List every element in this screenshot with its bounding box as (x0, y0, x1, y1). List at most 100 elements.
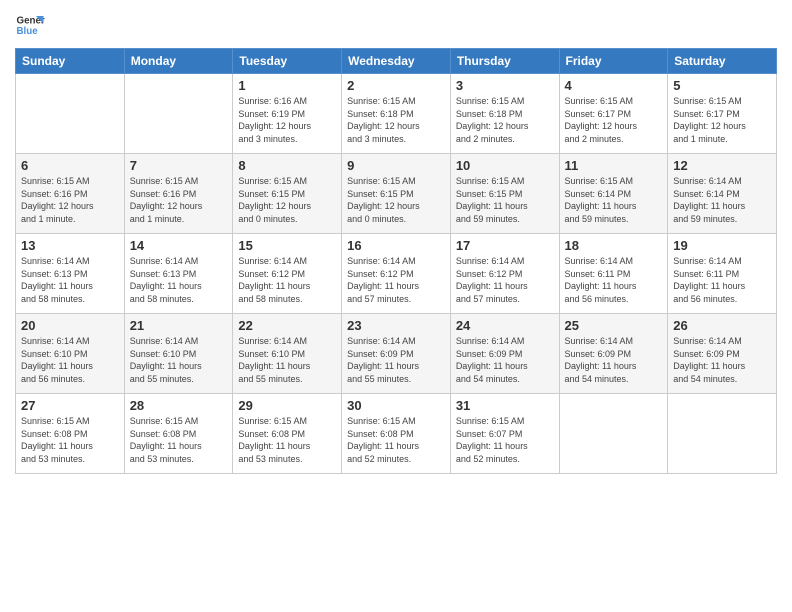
day-info: Sunrise: 6:15 AM Sunset: 6:16 PM Dayligh… (130, 175, 228, 225)
calendar-cell: 12Sunrise: 6:14 AM Sunset: 6:14 PM Dayli… (668, 154, 777, 234)
calendar-cell: 2 Sunrise: 6:15 AM Sunset: 6:18 PM Daylig… (342, 74, 451, 154)
logo: General Blue (15, 10, 45, 40)
calendar-cell: 10Sunrise: 6:15 AM Sunset: 6:15 PM Dayli… (450, 154, 559, 234)
day-number: 24 (456, 318, 554, 333)
day-info: Sunrise: 6:14 AM Sunset: 6:09 PM Dayligh… (673, 335, 771, 385)
calendar-cell: 7Sunrise: 6:15 AM Sunset: 6:16 PM Daylig… (124, 154, 233, 234)
calendar-cell: 16 Sunrise: 6:14 AM Sunset: 6:12 PM Dayli… (342, 234, 451, 314)
calendar-cell: 27 Sunrise: 6:15 AM Sunset: 6:08 PM Dayli… (16, 394, 125, 474)
calendar-header-row: SundayMondayTuesdayWednesdayThursdayFrid… (16, 49, 777, 74)
calendar-cell: 24 Sunrise: 6:14 AM Sunset: 6:09 PM Dayli… (450, 314, 559, 394)
day-number: 5 (673, 78, 771, 93)
header: General Blue (15, 10, 777, 40)
day-number: 6 (21, 158, 119, 173)
calendar-cell (668, 394, 777, 474)
calendar-cell: 8Sunrise: 6:15 AM Sunset: 6:15 PM Daylig… (233, 154, 342, 234)
calendar-cell: 3 Sunrise: 6:15 AM Sunset: 6:18 PM Daylig… (450, 74, 559, 154)
day-info: Sunrise: 6:15 AM Sunset: 6:15 PM Dayligh… (347, 175, 445, 225)
day-number: 23 (347, 318, 445, 333)
day-number: 15 (238, 238, 336, 253)
calendar-cell: 14Sunrise: 6:14 AM Sunset: 6:13 PM Dayli… (124, 234, 233, 314)
day-number: 22 (238, 318, 336, 333)
day-number: 29 (238, 398, 336, 413)
day-info: Sunrise: 6:14 AM Sunset: 6:12 PM Dayligh… (238, 255, 336, 305)
day-number: 16 (347, 238, 445, 253)
day-number: 1 (238, 78, 336, 93)
calendar-cell: 5 Sunrise: 6:15 AM Sunset: 6:17 PM Daylig… (668, 74, 777, 154)
svg-text:Blue: Blue (17, 26, 39, 37)
calendar-header-thursday: Thursday (450, 49, 559, 74)
calendar-cell: 23 Sunrise: 6:14 AM Sunset: 6:09 PM Dayli… (342, 314, 451, 394)
day-number: 14 (130, 238, 228, 253)
day-number: 21 (130, 318, 228, 333)
day-info: Sunrise: 6:14 AM Sunset: 6:10 PM Dayligh… (238, 335, 336, 385)
calendar-week-1: 6 Sunrise: 6:15 AM Sunset: 6:16 PM Daylig… (16, 154, 777, 234)
calendar-header-monday: Monday (124, 49, 233, 74)
day-info: Sunrise: 6:15 AM Sunset: 6:07 PM Dayligh… (456, 415, 554, 465)
calendar-cell: 22 Sunrise: 6:14 AM Sunset: 6:10 PM Dayli… (233, 314, 342, 394)
calendar-cell: 6 Sunrise: 6:15 AM Sunset: 6:16 PM Daylig… (16, 154, 125, 234)
day-info: Sunrise: 6:15 AM Sunset: 6:08 PM Dayligh… (21, 415, 119, 465)
calendar-header-wednesday: Wednesday (342, 49, 451, 74)
calendar-week-0: 1 Sunrise: 6:16 AM Sunset: 6:19 PM Daylig… (16, 74, 777, 154)
day-number: 12 (673, 158, 771, 173)
day-number: 19 (673, 238, 771, 253)
day-info: Sunrise: 6:14 AM Sunset: 6:09 PM Dayligh… (456, 335, 554, 385)
day-info: Sunrise: 6:14 AM Sunset: 6:12 PM Dayligh… (347, 255, 445, 305)
day-number: 17 (456, 238, 554, 253)
day-info: Sunrise: 6:15 AM Sunset: 6:17 PM Dayligh… (673, 95, 771, 145)
day-number: 25 (565, 318, 663, 333)
day-info: Sunrise: 6:15 AM Sunset: 6:17 PM Dayligh… (565, 95, 663, 145)
calendar-cell: 29 Sunrise: 6:15 AM Sunset: 6:08 PM Dayli… (233, 394, 342, 474)
day-number: 20 (21, 318, 119, 333)
day-info: Sunrise: 6:14 AM Sunset: 6:11 PM Dayligh… (673, 255, 771, 305)
calendar-cell: 15 Sunrise: 6:14 AM Sunset: 6:12 PM Dayli… (233, 234, 342, 314)
day-info: Sunrise: 6:14 AM Sunset: 6:09 PM Dayligh… (347, 335, 445, 385)
calendar-cell: 20 Sunrise: 6:14 AM Sunset: 6:10 PM Dayli… (16, 314, 125, 394)
day-number: 2 (347, 78, 445, 93)
day-number: 31 (456, 398, 554, 413)
day-number: 10 (456, 158, 554, 173)
calendar-cell: 28Sunrise: 6:15 AM Sunset: 6:08 PM Dayli… (124, 394, 233, 474)
calendar-week-2: 13Sunrise: 6:14 AM Sunset: 6:13 PM Dayli… (16, 234, 777, 314)
day-number: 8 (238, 158, 336, 173)
day-info: Sunrise: 6:14 AM Sunset: 6:11 PM Dayligh… (565, 255, 663, 305)
day-info: Sunrise: 6:15 AM Sunset: 6:14 PM Dayligh… (565, 175, 663, 225)
day-number: 28 (130, 398, 228, 413)
calendar-table: SundayMondayTuesdayWednesdayThursdayFrid… (15, 48, 777, 474)
day-info: Sunrise: 6:14 AM Sunset: 6:12 PM Dayligh… (456, 255, 554, 305)
calendar-header-tuesday: Tuesday (233, 49, 342, 74)
day-number: 11 (565, 158, 663, 173)
day-number: 27 (21, 398, 119, 413)
day-info: Sunrise: 6:15 AM Sunset: 6:08 PM Dayligh… (238, 415, 336, 465)
calendar-cell: 4Sunrise: 6:15 AM Sunset: 6:17 PM Daylig… (559, 74, 668, 154)
day-info: Sunrise: 6:15 AM Sunset: 6:16 PM Dayligh… (21, 175, 119, 225)
day-number: 18 (565, 238, 663, 253)
calendar-cell: 31 Sunrise: 6:15 AM Sunset: 6:07 PM Dayli… (450, 394, 559, 474)
calendar-cell: 19 Sunrise: 6:14 AM Sunset: 6:11 PM Dayli… (668, 234, 777, 314)
calendar-cell: 26 Sunrise: 6:14 AM Sunset: 6:09 PM Dayli… (668, 314, 777, 394)
calendar-week-3: 20 Sunrise: 6:14 AM Sunset: 6:10 PM Dayli… (16, 314, 777, 394)
day-info: Sunrise: 6:15 AM Sunset: 6:18 PM Dayligh… (456, 95, 554, 145)
calendar-cell: 18 Sunrise: 6:14 AM Sunset: 6:11 PM Dayli… (559, 234, 668, 314)
day-info: Sunrise: 6:15 AM Sunset: 6:18 PM Dayligh… (347, 95, 445, 145)
day-info: Sunrise: 6:16 AM Sunset: 6:19 PM Dayligh… (238, 95, 336, 145)
day-info: Sunrise: 6:14 AM Sunset: 6:13 PM Dayligh… (21, 255, 119, 305)
calendar-header-friday: Friday (559, 49, 668, 74)
calendar-cell: 17 Sunrise: 6:14 AM Sunset: 6:12 PM Dayli… (450, 234, 559, 314)
page: General Blue SundayMondayTuesdayWednesda… (0, 0, 792, 612)
calendar-cell: 1 Sunrise: 6:16 AM Sunset: 6:19 PM Daylig… (233, 74, 342, 154)
calendar-cell (124, 74, 233, 154)
calendar-cell: 25 Sunrise: 6:14 AM Sunset: 6:09 PM Dayli… (559, 314, 668, 394)
day-number: 3 (456, 78, 554, 93)
day-number: 26 (673, 318, 771, 333)
calendar-header-saturday: Saturday (668, 49, 777, 74)
day-info: Sunrise: 6:14 AM Sunset: 6:10 PM Dayligh… (21, 335, 119, 385)
calendar-cell: 13Sunrise: 6:14 AM Sunset: 6:13 PM Dayli… (16, 234, 125, 314)
logo-icon: General Blue (15, 10, 45, 40)
day-info: Sunrise: 6:14 AM Sunset: 6:10 PM Dayligh… (130, 335, 228, 385)
day-info: Sunrise: 6:15 AM Sunset: 6:08 PM Dayligh… (347, 415, 445, 465)
day-info: Sunrise: 6:14 AM Sunset: 6:09 PM Dayligh… (565, 335, 663, 385)
calendar-cell (559, 394, 668, 474)
calendar-cell: 30Sunrise: 6:15 AM Sunset: 6:08 PM Dayli… (342, 394, 451, 474)
